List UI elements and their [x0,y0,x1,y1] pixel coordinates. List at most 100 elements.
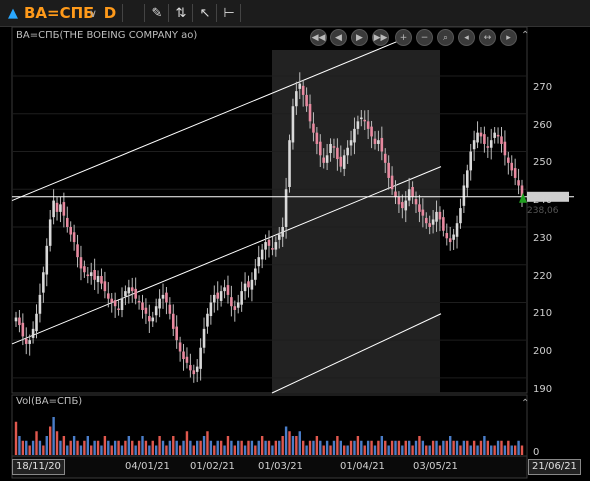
volume-bar [165,445,168,455]
candle-body [89,272,93,277]
candle-body [24,338,28,344]
candle-body [513,168,517,178]
candle-body [411,186,414,197]
candle-body [510,162,514,171]
candle-body [401,202,404,209]
volume-bar [401,445,404,455]
candle-body [42,272,45,293]
volume-bar [144,440,148,455]
zoom-in-icon[interactable]: + [395,29,412,46]
volume-bar [421,440,425,455]
candle-body [394,191,397,197]
volume-bar [397,440,401,455]
volume-bar [100,445,103,455]
candle-body [356,121,360,129]
volume-bar [21,440,25,455]
candle-body [271,248,274,250]
volume-bar [503,445,507,455]
scroll-right-icon[interactable]: ▸ [500,29,517,46]
candle-body [171,313,175,329]
volume-bar [404,440,407,455]
candle-body [120,298,124,310]
volume-bar [25,440,28,455]
candle-body [312,123,315,133]
candle-body [373,138,377,144]
y-tick-label: 220 [533,271,553,282]
volume-bar [93,440,96,455]
candle-body [175,326,178,341]
step-back-icon[interactable]: ◀ [330,29,347,46]
volume-bar [325,440,329,455]
volume-bar [206,431,209,455]
candle-body [233,306,237,310]
volume-bar [31,440,35,455]
volume-bar [226,436,230,455]
candle-body [281,226,284,237]
candle-body [459,208,462,224]
volume-bar [137,440,141,455]
volume-bar [496,440,500,455]
x-tick-label: 01/02/21 [190,461,235,472]
volume-bar [260,436,264,455]
volume-bar [370,440,373,455]
candle-body [291,106,295,143]
candle-body [236,302,240,308]
scroll-both-icon[interactable]: ↔ [479,29,496,46]
candle-body [507,157,510,163]
collapse-icon[interactable]: ⌃ [521,30,529,41]
volume-bar [233,445,237,455]
candle-body [178,342,182,352]
candle-body [339,156,343,167]
candle-body [55,202,59,212]
chart-canvas[interactable] [0,0,590,481]
candle-body [113,300,117,307]
candle-body [182,351,185,360]
volume-bar [407,440,411,455]
volume-bar [237,440,240,455]
volume-bar [284,426,288,455]
candle-body [342,155,346,169]
volume-bar [353,440,356,455]
volume-bar [158,436,161,455]
volume-bar [332,440,336,455]
zoom-fit-icon[interactable]: ⌕ [437,29,454,46]
x-tick-label: 03/05/21 [413,461,458,472]
volume-bar [363,445,366,455]
candle-body [483,134,486,144]
candle-body [158,298,161,309]
volume-bar [175,440,178,455]
volume-bar [134,445,137,455]
collapse-icon[interactable]: ⌃ [521,398,529,409]
candle-body [65,217,69,227]
volume-bar [209,440,213,455]
candle-body [195,366,199,372]
candle-body [305,94,308,107]
scroll-left-icon[interactable]: ◂ [458,29,475,46]
volume-bar [479,440,483,455]
candle-body [380,137,384,152]
volume-bar [278,440,281,455]
volume-bar [199,440,202,455]
candle-body [469,151,473,171]
volume-bar [442,440,445,455]
volume-bar [466,440,469,455]
fast-forward-icon[interactable]: ▶▶ [372,29,389,46]
volume-bar [459,445,462,455]
volume-bar [486,440,490,455]
y-tick-label: 210 [533,308,553,319]
zoom-out-icon[interactable]: − [416,29,433,46]
candle-body [250,279,254,290]
candle-body [151,317,155,322]
y-tick-label: 230 [533,233,553,244]
volume-bar [185,431,189,455]
volume-bar [500,440,503,455]
volume-bar [360,440,363,455]
candle-body [274,242,278,250]
candle-body [462,185,466,206]
volume-bar [281,436,284,455]
candle-body [28,340,31,344]
rewind-icon[interactable]: ◀◀ [310,29,327,46]
candle-body [130,287,134,292]
play-icon[interactable]: ▶ [351,29,368,46]
volume-bar [154,445,158,455]
